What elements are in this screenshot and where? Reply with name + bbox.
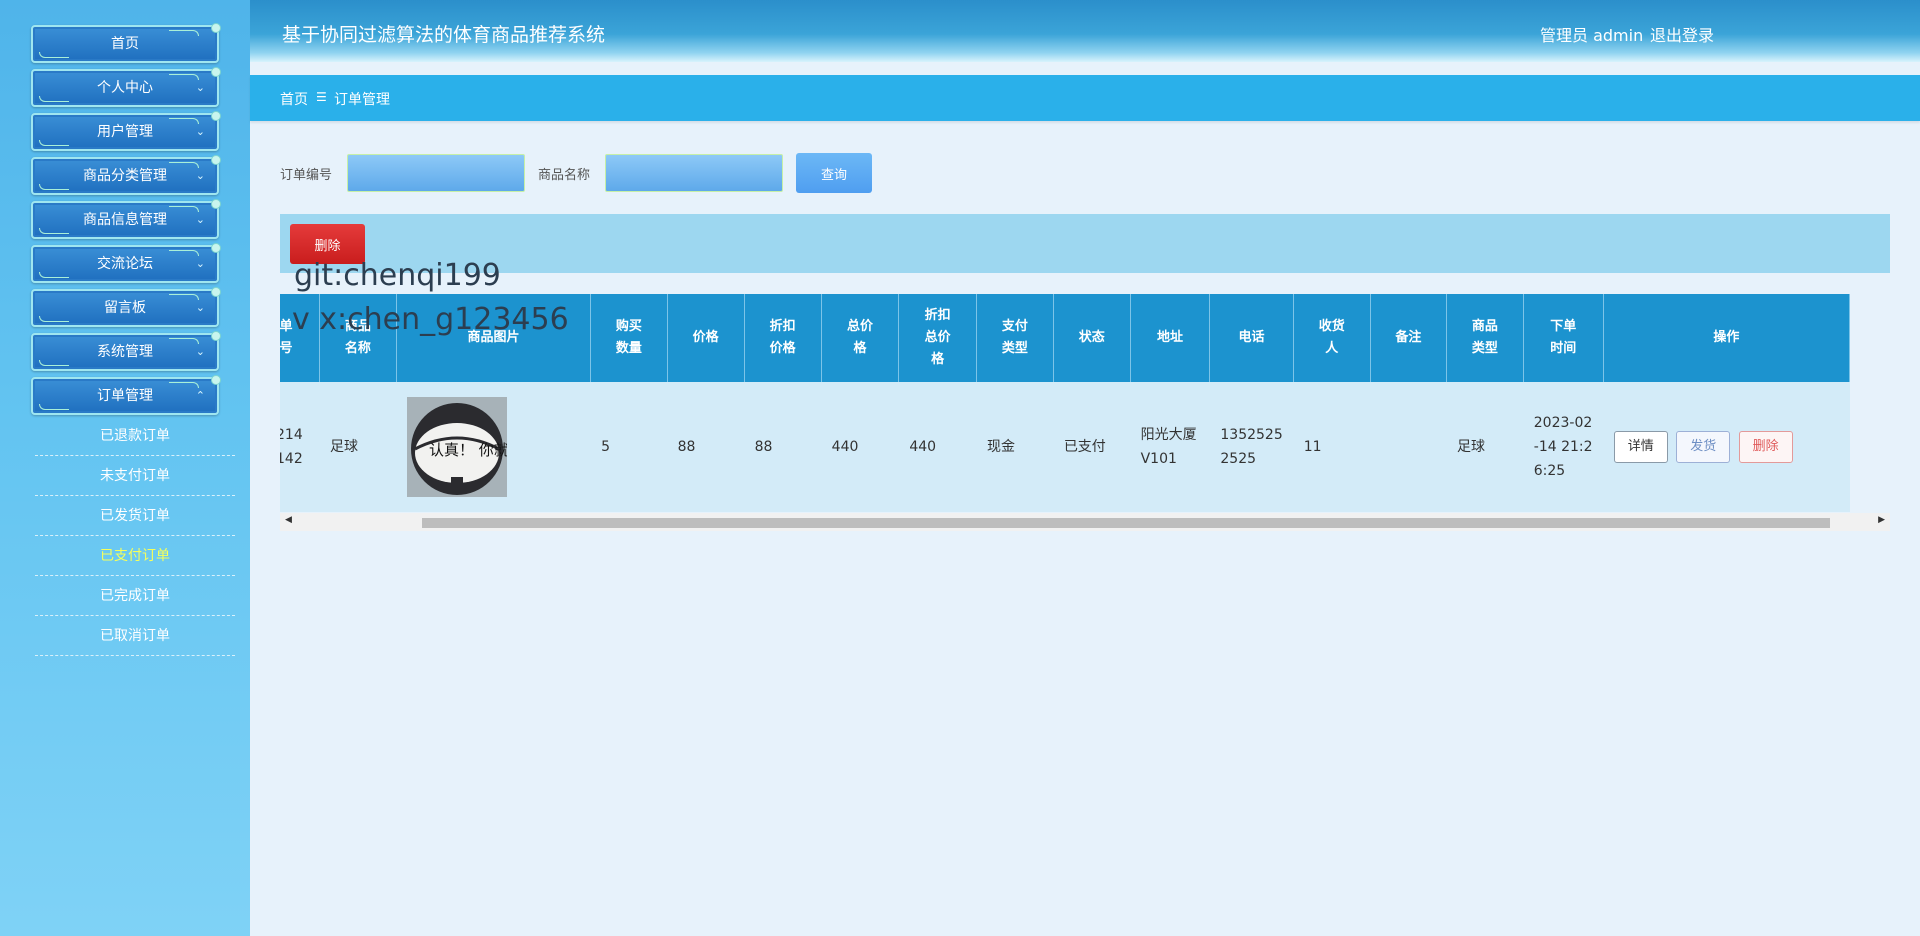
column-header: 支付 类型 [976,294,1054,382]
cell-type: 足球 [1446,382,1524,512]
column-header: 商品 名称 [319,294,397,382]
cell-order-no: 214 142 [280,382,321,512]
column-header: 地址 [1130,294,1211,382]
detail-button[interactable]: 详情 [1613,431,1668,463]
menu-system-management[interactable]: ⌄ 系统管理 [31,331,221,371]
cell-product-image: 认真！ 你就输了 [396,382,592,512]
cell-phone: 1352525 2525 [1209,382,1294,512]
scrollbar-thumb[interactable] [422,518,1830,528]
chevron-down-icon: ⌄ [195,301,205,314]
menu-label: 商品信息管理 [83,212,167,228]
submenu-refunded-orders[interactable]: 已退款订单 [35,416,235,456]
menu-label: 用户管理 [97,124,153,140]
breadcrumb: 首页 ☰ 订单管理 [250,75,1920,121]
query-button[interactable]: 查询 [796,153,872,193]
column-header: 备注 [1370,294,1447,382]
breadcrumb-separator-icon: ☰ [316,90,327,104]
chevron-down-icon: ⌄ [195,345,205,358]
column-header: 商品图片 [396,294,592,382]
product-name-input[interactable] [605,154,783,192]
product-image: 认真！ 你就输了 [406,397,507,497]
logout-link[interactable]: 退出登录 [1650,22,1714,46]
chevron-down-icon: ⌄ [195,257,205,270]
chevron-down-icon: ⌄ [195,213,205,226]
image-text: 认真！ 你就输了 [429,441,507,459]
cell-qty: 5 [590,382,668,512]
column-header: 操作 [1603,294,1851,382]
menu-label: 个人中心 [97,80,153,96]
current-user: 管理员 admin [1540,26,1644,45]
chevron-down-icon: ⌄ [195,169,205,182]
order-no-input[interactable] [347,154,525,192]
table-header-row: 订单 编号商品 名称商品图片购买 数量价格折扣 价格总价 格折扣 总价 格支付 … [280,294,1851,382]
menu-order-management[interactable]: ⌃ 订单管理 [31,375,221,415]
column-header: 订单 编号 [280,294,321,382]
submenu-unpaid-orders[interactable]: 未支付订单 [35,456,235,496]
column-header: 收货 人 [1293,294,1371,382]
order-table-container: 订单 编号商品 名称商品图片购买 数量价格折扣 价格总价 格折扣 总价 格支付 … [280,294,1890,530]
top-header: 基于协同过滤算法的体育商品推荐系统 管理员 admin 退出登录 [250,0,1920,62]
chevron-up-icon: ⌃ [195,389,205,402]
product-name-label: 商品名称 [538,168,591,183]
menu-label: 订单管理 [97,388,153,404]
table-row: 214 142 足球 认真！ 你就输了 5 88 88 440 440 [280,382,1851,512]
menu-forum[interactable]: ⌄ 交流论坛 [31,243,221,283]
menu-home[interactable]: 首页 [31,23,221,63]
app-title: 基于协同过滤算法的体育商品推荐系统 [282,24,606,46]
cell-actions: 详情 发货 删除 [1603,382,1851,512]
batch-delete-button[interactable]: 删除 [290,224,365,264]
menu-label: 首页 [111,36,139,52]
menu-label: 交流论坛 [97,256,153,272]
cell-pay-type: 现金 [976,382,1054,512]
menu-label: 系统管理 [97,344,153,360]
chevron-down-icon: ⌄ [195,81,205,94]
ship-button[interactable]: 发货 [1676,431,1731,463]
submenu-cancelled-orders[interactable]: 已取消订单 [35,616,235,656]
chevron-down-icon: ⌄ [195,125,205,138]
cell-receiver: 11 [1293,382,1371,512]
cell-status: 已支付 [1053,382,1131,512]
menu-category-management[interactable]: ⌄ 商品分类管理 [31,155,221,195]
menu-message-board[interactable]: ⌄ 留言板 [31,287,221,327]
column-header: 价格 [667,294,745,382]
column-header: 商品 类型 [1446,294,1524,382]
sidebar: 首页 ⌄ 个人中心 ⌄ 用户管理 ⌄ 商品分类管理 ⌄ 商品信息管理 ⌄ 交流论坛 ⌄ 留言… [0,0,250,936]
menu-product-management[interactable]: ⌄ 商品信息管理 [31,199,221,239]
breadcrumb-home[interactable]: 首页 [280,89,308,109]
order-table: 订单 编号商品 名称商品图片购买 数量价格折扣 价格总价 格折扣 总价 格支付 … [280,294,1851,512]
column-header: 折扣 总价 格 [898,294,978,382]
menu-label: 留言板 [104,300,146,316]
submenu-completed-orders[interactable]: 已完成订单 [35,576,235,616]
cell-product-name: 足球 [319,382,397,512]
scroll-left-icon[interactable]: ◀ [285,515,292,525]
column-header: 折扣 价格 [744,294,822,382]
column-header: 电话 [1209,294,1294,382]
column-header: 状态 [1053,294,1131,382]
breadcrumb-current: 订单管理 [334,92,390,108]
cell-price: 88 [667,382,745,512]
order-no-label: 订单编号 [280,168,333,183]
cell-time: 2023-02 -14 21:2 6:25 [1523,382,1604,512]
column-header: 下单 时间 [1523,294,1604,382]
cell-total: 440 [821,382,900,512]
submenu-shipped-orders[interactable]: 已发货订单 [35,496,235,536]
cell-remark [1370,382,1447,512]
toolbar: 删除 [280,214,1890,273]
cell-address: 阳光大厦 V101 [1130,382,1211,512]
menu-personal-center[interactable]: ⌄ 个人中心 [31,67,221,107]
menu-user-management[interactable]: ⌄ 用户管理 [31,111,221,151]
column-header: 总价 格 [821,294,900,382]
menu-label: 商品分类管理 [83,168,167,184]
scroll-right-icon[interactable]: ▶ [1878,515,1885,525]
delete-row-button[interactable]: 删除 [1738,431,1793,463]
column-header: 购买 数量 [590,294,668,382]
cell-discount-price: 88 [744,382,822,512]
submenu-paid-orders[interactable]: 已支付订单 [35,536,235,576]
horizontal-scrollbar[interactable]: ◀ ▶ [280,513,1890,531]
cell-discount-total: 440 [898,382,978,512]
